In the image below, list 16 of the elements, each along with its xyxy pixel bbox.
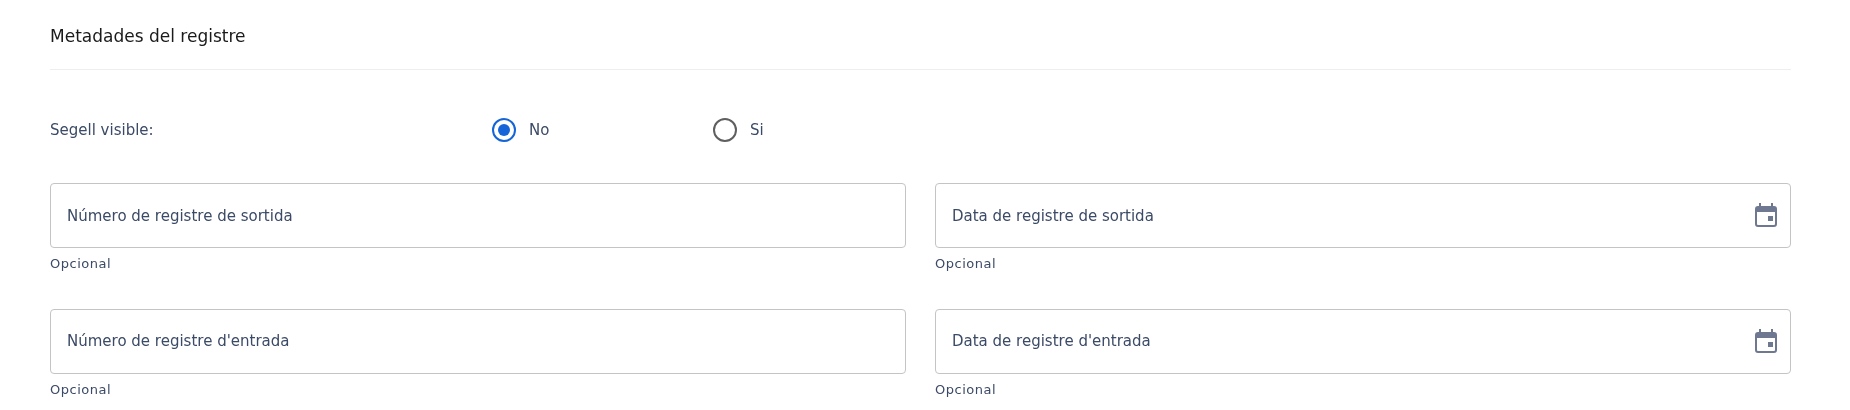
helper-text: Opcional [50, 380, 111, 399]
radio-option[interactable]: No [492, 118, 713, 142]
radio-option[interactable]: Si [713, 118, 934, 142]
helper-text: Opcional [935, 255, 996, 273]
radio-button[interactable] [713, 118, 737, 142]
input-field[interactable]: Número de registre de sortida [50, 183, 906, 248]
input-field[interactable]: Número de registre d'entrada [50, 308, 906, 374]
calendar-icon[interactable] [1755, 203, 1777, 227]
calendar-icon[interactable] [1755, 328, 1777, 353]
helper-text: Opcional [50, 255, 111, 273]
radio-button[interactable] [492, 118, 516, 142]
section-title: Metadades del registre [50, 25, 246, 48]
radio-group-label: Segell visible: [50, 119, 155, 141]
helper-text: Opcional [935, 380, 996, 399]
date-field[interactable]: Data de registre d'entrada [935, 308, 1791, 374]
date-field[interactable]: Data de registre de sortida [935, 183, 1791, 248]
